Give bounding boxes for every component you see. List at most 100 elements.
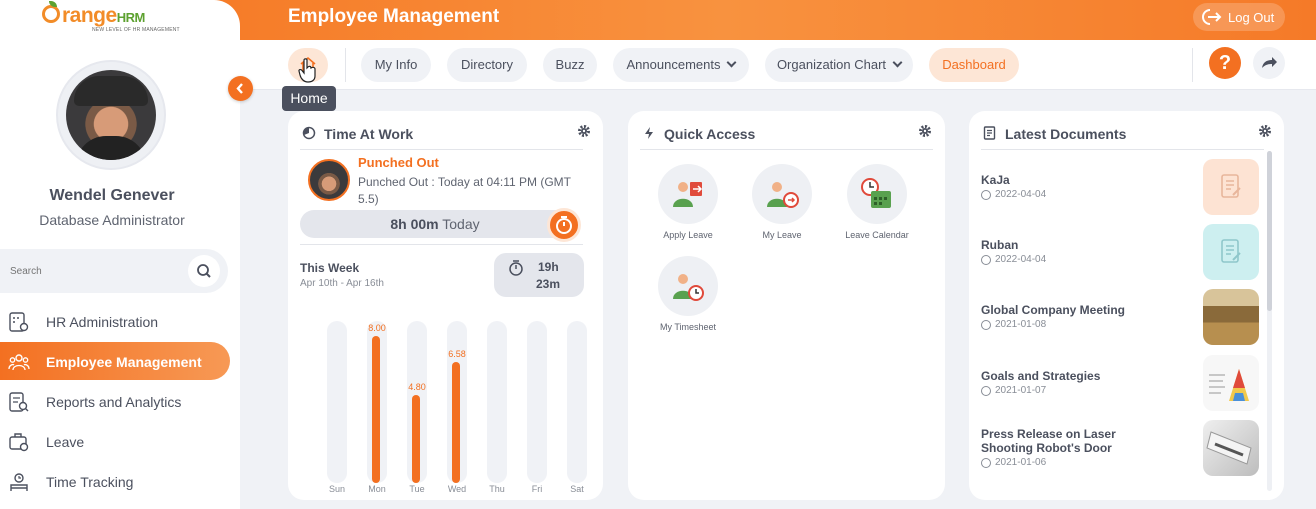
gear-icon[interactable] xyxy=(1258,124,1272,138)
avatar[interactable] xyxy=(56,60,166,170)
sidebar-item-employee-management[interactable]: Employee Management xyxy=(0,342,230,380)
leave-calendar-icon xyxy=(861,178,891,208)
today-label: Today xyxy=(442,216,480,232)
logo-word: range xyxy=(62,4,117,27)
punch-timer-button[interactable] xyxy=(547,208,581,242)
orangehrm-logo[interactable]: rangeHRM NEW LEVEL OF HR MANAGEMENT xyxy=(42,1,192,34)
gear-icon[interactable] xyxy=(577,124,591,138)
quick-access-my-timesheet[interactable]: My Timesheet xyxy=(643,256,733,332)
day-bar xyxy=(372,336,380,483)
scrollbar-thumb[interactable] xyxy=(1267,151,1272,311)
day-label: Thu xyxy=(489,484,505,494)
document-title: KaJa xyxy=(981,173,1010,187)
week-hours: 19h xyxy=(538,260,559,274)
day-bar xyxy=(452,362,460,483)
nav-divider xyxy=(1192,48,1193,82)
leave-icon xyxy=(9,433,29,452)
nav-dashboard[interactable]: Dashboard xyxy=(929,48,1019,82)
week-range: Apr 10th - Apr 16th xyxy=(300,278,384,289)
day-label: Mon xyxy=(368,484,386,494)
divider xyxy=(300,149,583,150)
documents-scrollbar[interactable] xyxy=(1267,151,1272,491)
logo-orange-icon xyxy=(42,5,60,23)
document-title: Global Company Meeting xyxy=(981,303,1126,317)
today-hours: 8h 00m xyxy=(390,216,439,232)
quick-access-label: My Leave xyxy=(762,230,802,240)
quick-access-label: Leave Calendar xyxy=(845,230,909,240)
reports-icon xyxy=(9,392,29,412)
quick-access-widget: Quick Access Apply Leave My Leave Leave … xyxy=(628,111,945,500)
punch-detail: Punched Out : Today at 04:11 PM (GMT 5.5… xyxy=(358,175,571,206)
logout-icon xyxy=(1202,9,1222,25)
quick-access-label: Apply Leave xyxy=(663,230,713,240)
day-label: Sun xyxy=(328,484,345,494)
day-bar-track xyxy=(327,321,347,483)
document-thumbnail-meeting-photo[interactable] xyxy=(1203,289,1259,345)
share-button[interactable] xyxy=(1253,47,1285,79)
divider xyxy=(640,149,933,150)
nav-announcements[interactable]: Announcements xyxy=(613,48,749,82)
day-label: Sat xyxy=(570,484,584,494)
apply-leave-icon xyxy=(673,182,703,207)
nav-my-info[interactable]: My Info xyxy=(361,48,431,82)
stopwatch-icon xyxy=(509,260,523,276)
sidebar-item-label: Time Tracking xyxy=(46,474,134,490)
widget-title: Quick Access xyxy=(664,126,756,142)
search-button[interactable] xyxy=(188,255,220,287)
document-thumbnail[interactable] xyxy=(1203,355,1259,411)
nav-directory[interactable]: Directory xyxy=(447,48,527,82)
search-input[interactable] xyxy=(10,260,170,282)
chevron-down-icon xyxy=(727,57,737,68)
document-title: Goals and Strategies xyxy=(981,369,1101,383)
punch-status: Punched Out xyxy=(358,155,439,170)
sidebar-item-reports-and-analytics[interactable]: Reports and Analytics xyxy=(0,382,230,420)
sidebar-item-leave[interactable]: Leave xyxy=(0,422,230,460)
day-bar-track xyxy=(527,321,547,483)
logo-tagline: NEW LEVEL OF HR MANAGEMENT xyxy=(92,27,180,33)
newspaper-icon xyxy=(1206,431,1252,465)
lightning-icon xyxy=(645,127,653,139)
sidebar-item-hr-administration[interactable]: HR Administration xyxy=(0,302,230,340)
user-role: Database Administrator xyxy=(39,212,185,228)
chevron-left-icon xyxy=(236,83,243,94)
quick-access-leave-calendar[interactable]: Leave Calendar xyxy=(832,164,922,240)
logout-button[interactable]: Log Out xyxy=(1193,3,1285,31)
nav-buzz[interactable]: Buzz xyxy=(543,48,597,82)
quick-access-apply-leave[interactable]: Apply Leave xyxy=(643,164,733,240)
document-title: Ruban xyxy=(981,238,1019,252)
day-bar-track xyxy=(567,321,587,483)
document-thumbnail[interactable] xyxy=(1203,159,1259,215)
gear-icon[interactable] xyxy=(918,124,932,138)
user-name: Wendel Genever xyxy=(49,187,175,204)
sidebar-collapse-button[interactable] xyxy=(228,76,253,101)
hr-admin-icon xyxy=(9,312,29,332)
stopwatch-icon xyxy=(556,216,572,234)
sidebar-item-label: Employee Management xyxy=(46,354,202,370)
chevron-down-icon xyxy=(892,57,903,68)
time-at-work-icon xyxy=(302,126,316,140)
week-minutes: 23m xyxy=(536,277,561,291)
quick-access-my-leave[interactable]: My Leave xyxy=(737,164,827,240)
help-button[interactable]: ? xyxy=(1209,47,1241,79)
document-thumbnail[interactable] xyxy=(1203,224,1259,280)
document-thumbnail-press-release[interactable] xyxy=(1203,420,1259,476)
avatar xyxy=(308,159,350,201)
avatar-photo xyxy=(66,70,156,160)
sidebar-item-label: HR Administration xyxy=(46,314,159,330)
divider xyxy=(300,244,583,245)
sidebar-item-time-tracking[interactable]: Time Tracking xyxy=(0,462,230,500)
my-timesheet-icon xyxy=(673,274,704,301)
sidebar-item-label: Leave xyxy=(46,434,85,450)
day-value-label: 8.00 xyxy=(368,323,386,333)
nav-divider xyxy=(345,48,346,82)
document-icon xyxy=(983,126,996,140)
day-bar-track xyxy=(487,321,507,483)
home-tooltip: Home xyxy=(282,86,336,111)
widget-title: Time At Work xyxy=(324,126,414,142)
avatar-hat xyxy=(74,76,148,106)
divider xyxy=(981,149,1264,150)
document-file-icon xyxy=(1221,239,1241,263)
nav-org-chart-label: Organization Chart xyxy=(776,57,887,72)
nav-organization-chart[interactable]: Organization Chart xyxy=(765,48,913,82)
widget-title: Latest Documents xyxy=(1005,126,1127,142)
